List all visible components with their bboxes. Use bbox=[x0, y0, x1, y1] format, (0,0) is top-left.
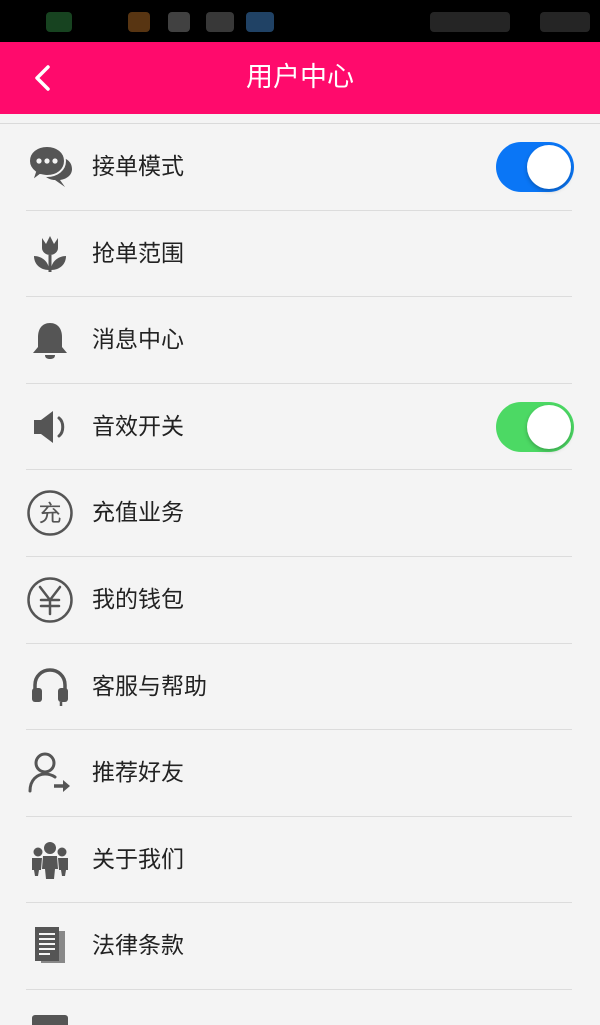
status-icon bbox=[46, 12, 72, 32]
menu-item-about-us[interactable]: 关于我们 bbox=[0, 817, 600, 904]
app-header: 用户中心 bbox=[0, 42, 600, 114]
headset-icon bbox=[26, 663, 74, 711]
order-mode-toggle[interactable] bbox=[496, 142, 574, 192]
menu-item-label: 我的钱包 bbox=[92, 586, 184, 613]
menu-item-label: 音效开关 bbox=[92, 413, 184, 440]
recharge-icon: 充 bbox=[26, 489, 74, 537]
signal-icon bbox=[430, 12, 510, 32]
menu-item-label: 关于我们 bbox=[92, 846, 184, 873]
menu-item-sound-switch[interactable]: 音效开关 bbox=[0, 384, 600, 471]
menu-item-recharge[interactable]: 充 充值业务 bbox=[0, 470, 600, 557]
menu-item-label: 消息中心 bbox=[92, 327, 184, 354]
menu-item-wallet[interactable]: 我的钱包 bbox=[0, 557, 600, 644]
group-icon bbox=[26, 836, 74, 884]
toggle-knob bbox=[527, 145, 571, 189]
menu-item-grab-range[interactable]: 抢单范围 bbox=[0, 211, 600, 298]
document-icon bbox=[26, 922, 74, 970]
speaker-icon bbox=[26, 403, 74, 451]
menu-item-refer-friend[interactable]: 推荐好友 bbox=[0, 730, 600, 817]
menu-item-support[interactable]: 客服与帮助 bbox=[0, 644, 600, 731]
battery-icon bbox=[540, 12, 590, 32]
menu-item-label: 接单模式 bbox=[92, 154, 184, 180]
status-bar bbox=[0, 0, 600, 42]
page-title: 用户中心 bbox=[246, 62, 354, 93]
menu-item-label: 推荐好友 bbox=[92, 760, 184, 787]
status-icon bbox=[168, 12, 190, 32]
toggle-knob bbox=[527, 404, 571, 449]
status-icon bbox=[206, 12, 234, 32]
partial-menu-icon bbox=[32, 1015, 68, 1025]
yuan-icon bbox=[26, 576, 74, 624]
menu-item-label: 客服与帮助 bbox=[92, 673, 207, 700]
menu-item-label: 抢单范围 bbox=[92, 240, 184, 267]
menu-item-legal-terms[interactable]: 法律条款 bbox=[0, 903, 600, 990]
user-arrow-icon bbox=[26, 749, 74, 797]
chat-bubbles-icon bbox=[26, 143, 74, 191]
status-icon bbox=[246, 12, 274, 32]
menu-item-label: 充值业务 bbox=[92, 500, 184, 527]
chevron-left-icon bbox=[35, 65, 50, 91]
recharge-glyph: 充 bbox=[39, 501, 62, 527]
status-icon bbox=[128, 12, 150, 32]
menu-item-message-center[interactable]: 消息中心 bbox=[0, 297, 600, 384]
sound-toggle[interactable] bbox=[496, 401, 574, 452]
settings-menu: 接单模式 抢单范围 消息中心 音效开关 充 充值业务 我的钱包 客服与帮助 推荐… bbox=[0, 124, 600, 990]
menu-item-order-mode[interactable]: 接单模式 bbox=[0, 124, 600, 211]
back-button[interactable] bbox=[22, 58, 62, 98]
menu-item-label: 法律条款 bbox=[92, 933, 184, 960]
bell-icon bbox=[26, 316, 74, 364]
tulip-icon bbox=[26, 230, 74, 278]
